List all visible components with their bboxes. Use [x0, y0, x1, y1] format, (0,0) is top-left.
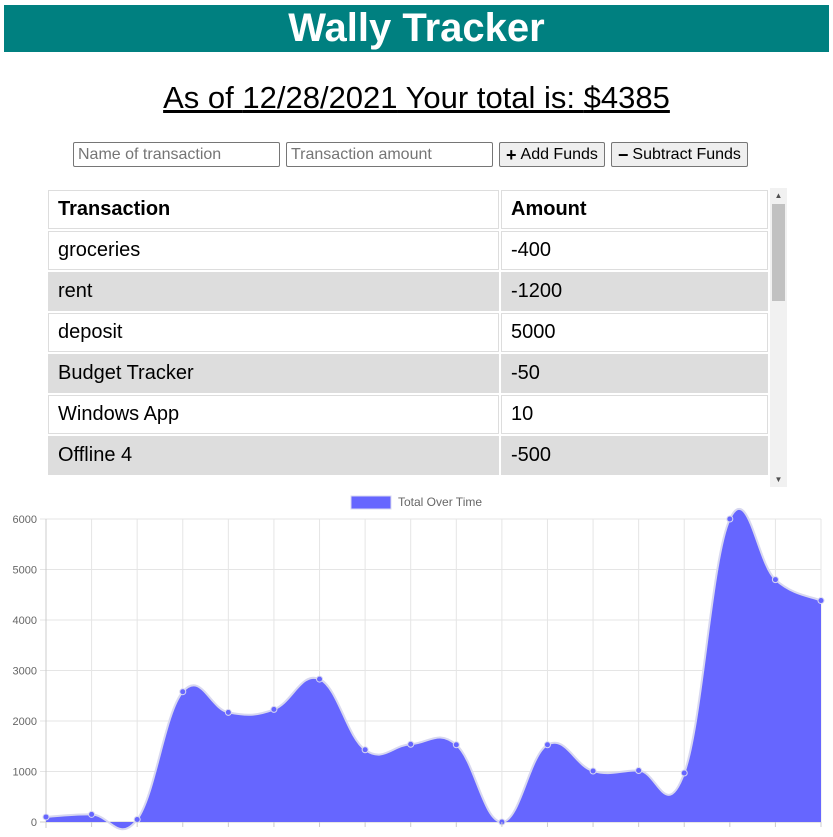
table-row: rent -1200: [48, 272, 768, 311]
y-tick-label: 2000: [13, 716, 37, 728]
legend-swatch: [350, 495, 392, 510]
subtract-funds-label: Subtract Funds: [632, 145, 741, 163]
summary-middle: Your total is:: [397, 80, 584, 115]
table-header-row: Transaction Amount: [48, 190, 768, 229]
add-funds-button[interactable]: + Add Funds: [499, 142, 605, 167]
data-point: [224, 708, 232, 716]
transaction-amount-cell: -50: [501, 354, 768, 393]
transaction-table-container[interactable]: Transaction Amount groceries -400 rent -…: [46, 188, 787, 487]
table-row: Windows App 10: [48, 395, 768, 434]
data-point: [680, 769, 688, 777]
data-point: [589, 767, 597, 775]
transaction-amount-cell: 10: [501, 395, 768, 434]
table-row: groceries -400: [48, 231, 768, 270]
table-scrollbar[interactable]: ▲ ▼: [770, 188, 787, 487]
subtract-funds-button[interactable]: − Subtract Funds: [610, 142, 748, 167]
transaction-form: + Add Funds − Subtract Funds: [73, 142, 748, 167]
transaction-name-cell: Budget Tracker: [48, 354, 499, 393]
data-point: [407, 740, 415, 748]
plus-icon: +: [506, 144, 517, 165]
total-over-time-chart: 0 1000 2000 3000 4000 5000 6000 Total Over Time: [13, 495, 825, 831]
scrollbar-thumb[interactable]: [772, 204, 785, 301]
transaction-name-cell: groceries: [48, 231, 499, 270]
data-point: [133, 815, 141, 823]
transaction-name-input[interactable]: [73, 142, 280, 167]
transaction-name-cell: rent: [48, 272, 499, 311]
total-summary: As of 12/28/2021 Your total is: $4385: [0, 78, 833, 118]
summary-date: 12/28/2021: [242, 80, 398, 115]
transaction-name-cell: Windows App: [48, 395, 499, 434]
data-point: [88, 810, 96, 818]
table-row: deposit 5000: [48, 313, 768, 352]
y-tick-label: 5000: [13, 565, 37, 577]
app-title: Wally Tracker: [288, 6, 545, 50]
data-point: [316, 675, 324, 683]
data-point: [452, 741, 460, 749]
scroll-down-arrow-icon[interactable]: ▼: [770, 472, 787, 487]
y-tick-label: 6000: [13, 514, 37, 526]
total-line: As of 12/28/2021 Your total is: $4385: [163, 80, 670, 115]
data-point: [361, 746, 369, 754]
transaction-amount-cell: -400: [501, 231, 768, 270]
app-header: Wally Tracker: [4, 5, 829, 52]
summary-prefix: As of: [163, 80, 243, 115]
transaction-amount-cell: -500: [501, 436, 768, 475]
transaction-amount-cell: -1200: [501, 272, 768, 311]
y-tick-label: 4000: [13, 615, 37, 627]
add-funds-label: Add Funds: [520, 145, 598, 163]
minus-icon: −: [617, 144, 629, 165]
scroll-up-arrow-icon[interactable]: ▲: [770, 188, 787, 203]
y-tick-label: 0: [31, 817, 37, 829]
transaction-table: Transaction Amount groceries -400 rent -…: [46, 188, 770, 477]
column-header-transaction: Transaction: [48, 190, 499, 229]
transaction-name-cell: Offline 4: [48, 436, 499, 475]
column-header-amount: Amount: [501, 190, 768, 229]
data-point: [635, 766, 643, 774]
data-point: [270, 705, 278, 713]
table-row: Budget Tracker -50: [48, 354, 768, 393]
table-row: Offline 4 -500: [48, 436, 768, 475]
data-point: [817, 597, 825, 605]
series-area-fill: [46, 508, 821, 830]
transaction-name-cell: deposit: [48, 313, 499, 352]
y-tick-label: 3000: [13, 666, 37, 678]
total-amount: $4385: [583, 80, 670, 115]
transaction-amount-cell: 5000: [501, 313, 768, 352]
y-tick-label: 1000: [13, 767, 37, 779]
data-point: [179, 688, 187, 696]
legend-label: Total Over Time: [398, 495, 482, 509]
data-point: [726, 515, 734, 523]
data-point: [543, 741, 551, 749]
transaction-amount-input[interactable]: [286, 142, 493, 167]
data-point: [771, 576, 779, 584]
data-point: [42, 813, 50, 821]
